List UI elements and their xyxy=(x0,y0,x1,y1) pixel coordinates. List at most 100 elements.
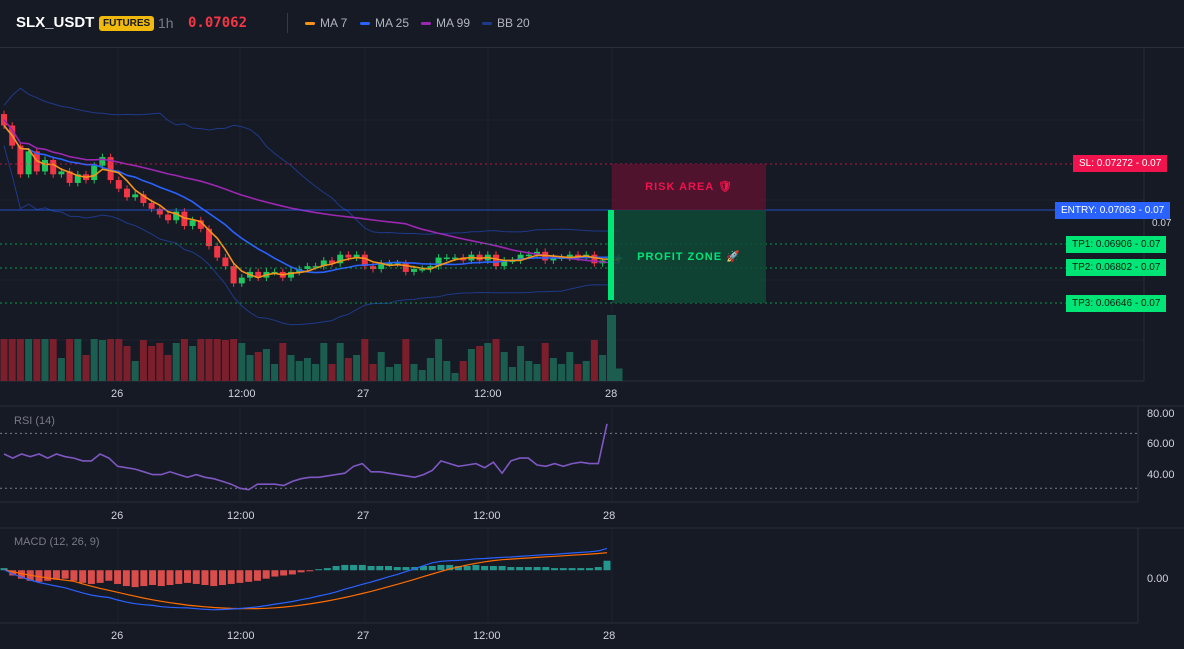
candle-up xyxy=(91,165,98,181)
volume-bar xyxy=(541,343,549,381)
macd-histogram-bar xyxy=(481,566,489,571)
volume-bar xyxy=(418,370,426,381)
macd-histogram-bar xyxy=(507,567,515,571)
macd-histogram-bar xyxy=(70,570,78,581)
candle-down xyxy=(214,246,221,258)
volume-bar xyxy=(25,339,33,381)
time-axis-label: 12:00 xyxy=(474,388,502,400)
bollinger-bands xyxy=(3,87,619,326)
volume-bar xyxy=(238,343,246,381)
macd-histogram-bar xyxy=(96,570,104,583)
grid-lines xyxy=(0,48,1144,623)
macd-time-axis-label: 26 xyxy=(111,630,124,642)
macd-histogram-bar xyxy=(350,564,358,571)
profit-zone-label: PROFIT ZONE 🚀 xyxy=(637,251,741,263)
macd-time-axis-label: 12:00 xyxy=(227,630,255,642)
tp3-tag[interactable]: TP3: 0.06646 - 0.07 xyxy=(1066,295,1167,312)
volume-bar xyxy=(385,367,393,381)
macd-histogram-bar xyxy=(218,570,226,585)
volume-bar xyxy=(279,343,287,381)
tp2-tag-label: TP2: 0.06802 xyxy=(1072,262,1133,273)
entry-tag[interactable]: ENTRY: 0.07063 - 0.07 xyxy=(1055,202,1171,219)
volume-bar-last xyxy=(607,315,616,381)
macd-histogram-bar xyxy=(253,570,261,581)
sl-tag-value: 0.07 xyxy=(1141,158,1162,169)
volume-bar xyxy=(402,339,410,381)
macd-histogram-bar xyxy=(140,570,148,587)
macd-histogram-bar xyxy=(271,570,279,577)
macd-histogram-bar xyxy=(586,568,594,571)
macd-histogram-bar xyxy=(79,570,87,583)
volume-bar xyxy=(615,368,623,381)
rsi-time-axis-label: 12:00 xyxy=(227,510,255,522)
macd-histogram-bar xyxy=(184,570,192,583)
volume-bar xyxy=(98,340,106,381)
macd-histogram-bar xyxy=(227,570,235,584)
macd-histogram-bar xyxy=(542,567,550,571)
volume-bar xyxy=(221,340,229,381)
macd-histogram-bar xyxy=(594,567,602,571)
volume-bar xyxy=(287,355,295,381)
candle-down xyxy=(493,254,499,267)
rsi-time-axis-label: 26 xyxy=(111,510,124,522)
macd-histogram-bar xyxy=(568,568,576,571)
volume-bar xyxy=(148,346,156,381)
macd-title: MACD (12, 26, 9) xyxy=(14,536,100,548)
sl-tag-label: SL: 0.07272 xyxy=(1079,158,1133,169)
macd-histogram-bar xyxy=(166,570,174,585)
macd-histogram-bar xyxy=(463,566,471,571)
volume-bar xyxy=(254,352,262,381)
candle-up xyxy=(25,151,32,175)
volume-bar xyxy=(66,339,74,381)
macd-histogram-bar xyxy=(358,564,366,571)
macd-histogram-bar xyxy=(157,570,165,587)
volume-bar xyxy=(377,352,385,381)
volume-bar xyxy=(435,339,443,381)
volume-bar xyxy=(467,349,475,381)
entry-tag-value: 0.07 xyxy=(1144,205,1165,216)
volume-bar xyxy=(230,339,238,381)
volume-bar xyxy=(271,364,279,381)
sl-tag[interactable]: SL: 0.07272 - 0.07 xyxy=(1073,155,1168,172)
tp2-tag[interactable]: TP2: 0.06802 - 0.07 xyxy=(1066,259,1167,276)
time-axis-label: 27 xyxy=(357,388,370,400)
volume-bar xyxy=(582,361,590,381)
volume-bar xyxy=(205,339,213,381)
candle-up xyxy=(443,257,450,260)
volume-bar xyxy=(33,339,41,381)
macd-histogram-bar xyxy=(489,566,497,571)
macd-time-axis-label: 28 xyxy=(603,630,616,642)
volume-bar xyxy=(180,339,188,381)
volume-bar xyxy=(500,352,508,381)
time-axis-label: 28 xyxy=(605,388,618,400)
candle-down xyxy=(148,203,155,209)
ma99-line xyxy=(3,119,620,264)
macd-histogram-bar xyxy=(245,570,253,582)
macd-histogram-bar xyxy=(210,570,218,587)
macd-histogram-bar xyxy=(201,570,209,585)
candle-down xyxy=(165,214,171,221)
candle-up xyxy=(525,254,532,257)
trade-levels xyxy=(0,163,1144,304)
candle-up xyxy=(58,171,65,175)
macd-histogram-bar xyxy=(516,567,524,571)
volume-bar xyxy=(525,361,533,381)
macd-histogram-bar xyxy=(192,570,200,584)
rsi-axis-label: 40.00 xyxy=(1147,469,1175,481)
volume-bar xyxy=(156,343,164,381)
macd-time-axis-label: 27 xyxy=(357,630,370,642)
candle-down xyxy=(50,159,57,175)
tp1-tag[interactable]: TP1: 0.06906 - 0.07 xyxy=(1066,236,1167,253)
volume-bar xyxy=(74,339,82,381)
volume-bar xyxy=(484,343,492,381)
volume-bar xyxy=(41,339,49,381)
chart-canvas[interactable] xyxy=(0,0,1184,649)
macd-histogram-bar xyxy=(385,566,393,571)
volume-bar xyxy=(549,358,557,381)
volume-bar xyxy=(558,364,566,381)
macd-histogram-bar xyxy=(175,570,183,584)
macd-histogram-bar xyxy=(498,566,506,571)
macd-histogram-bar xyxy=(280,570,288,576)
candle-up xyxy=(132,194,139,198)
tp2-tag-value: 0.07 xyxy=(1140,262,1161,273)
